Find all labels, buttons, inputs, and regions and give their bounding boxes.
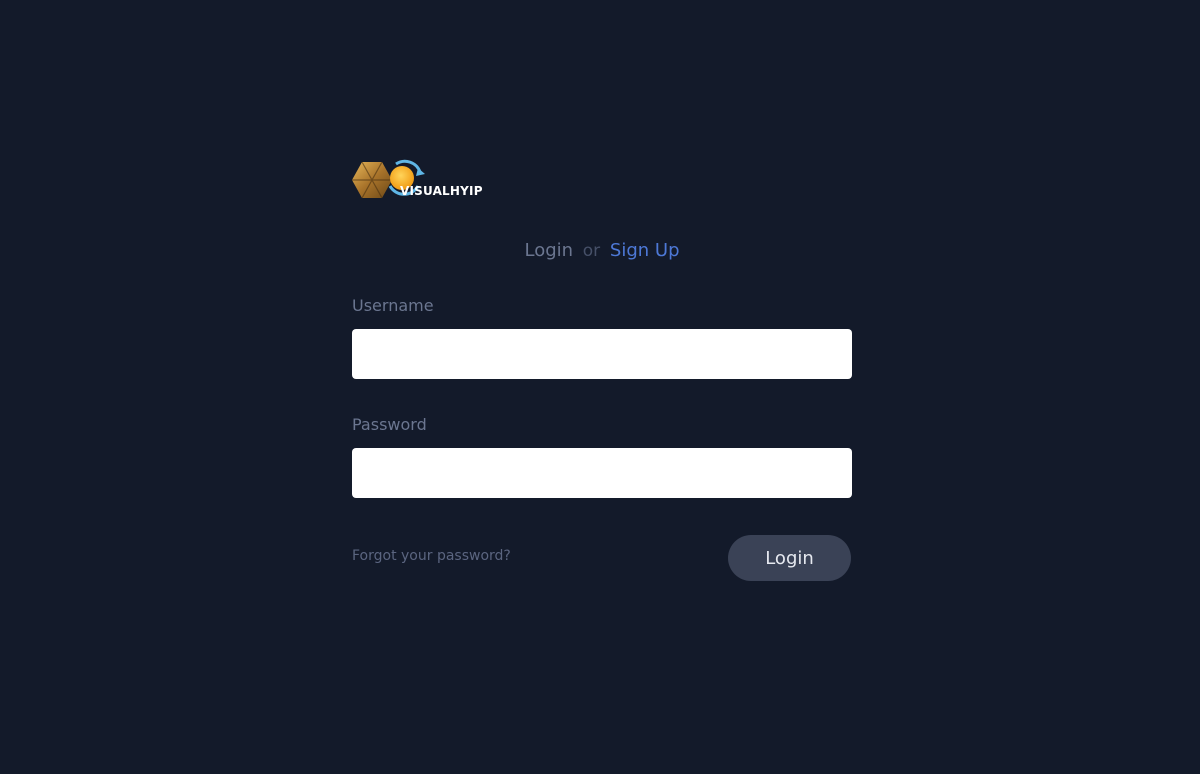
login-button[interactable]: Login: [728, 535, 851, 581]
signup-link[interactable]: Sign Up: [610, 240, 680, 261]
or-separator: or: [582, 241, 601, 261]
username-label: Username: [352, 296, 434, 315]
password-label: Password: [352, 415, 427, 434]
forgot-password-link[interactable]: Forgot your password?: [352, 548, 511, 564]
brand-name: VISUALHYIP: [400, 184, 483, 198]
login-card: VISUALHYIP Login or Sign Up Username Pas…: [352, 156, 852, 581]
username-input[interactable]: [352, 329, 852, 379]
login-page: VISUALHYIP Login or Sign Up Username Pas…: [0, 0, 1200, 774]
password-input[interactable]: [352, 448, 852, 498]
auth-switch: Login or Sign Up: [352, 240, 852, 261]
brand-logo: VISUALHYIP: [352, 156, 492, 204]
login-tab-label: Login: [524, 240, 574, 261]
